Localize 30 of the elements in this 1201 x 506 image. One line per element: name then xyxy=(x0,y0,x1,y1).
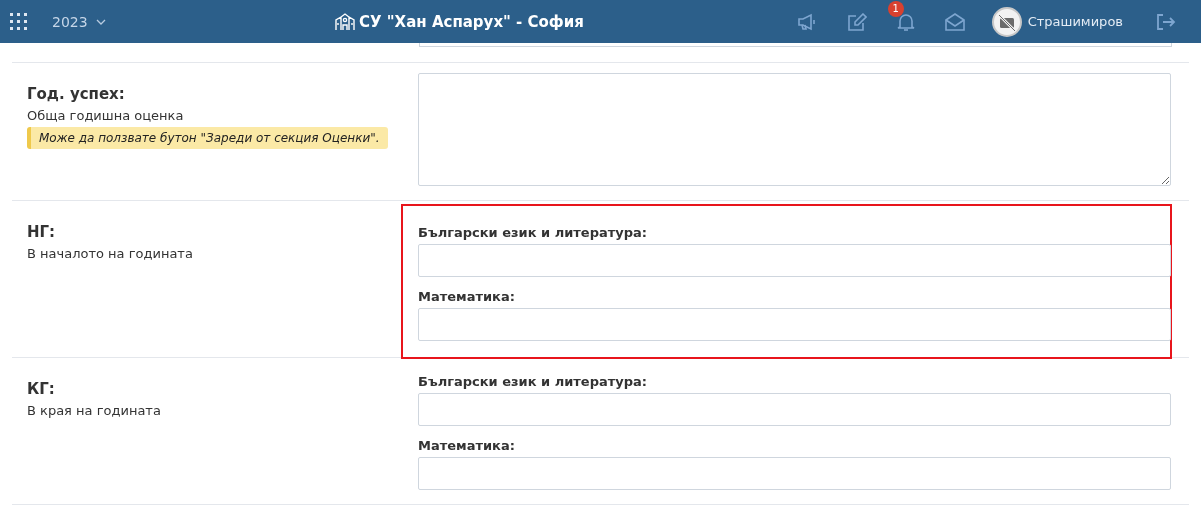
megaphone-icon[interactable] xyxy=(796,12,817,31)
school-name: СУ "Хан Аспарух" - София xyxy=(359,12,584,31)
field-label: Български език и литература: xyxy=(418,374,649,389)
input-field[interactable] xyxy=(418,244,1171,277)
section-subtitle: В началото на годината xyxy=(27,246,194,261)
field-label: Български език и литература: xyxy=(418,225,649,240)
input-field[interactable] xyxy=(418,457,1171,490)
apps-grid-icon[interactable] xyxy=(10,12,28,31)
avatar-icon[interactable] xyxy=(991,6,1022,37)
field-label: Математика: xyxy=(418,438,516,453)
user-name[interactable]: Страшимиров xyxy=(1027,14,1123,29)
year-dropdown[interactable]: 2023 xyxy=(52,13,106,30)
section-subtitle: В края на годината xyxy=(27,403,162,418)
section-subtitle: Обща годишна оценка xyxy=(27,108,185,123)
caret-icon xyxy=(95,18,106,25)
field-label: Математика: xyxy=(418,289,516,304)
section-title: КГ: xyxy=(27,380,56,398)
mail-icon[interactable] xyxy=(944,12,965,31)
edit-icon[interactable] xyxy=(846,12,867,31)
logout-icon[interactable] xyxy=(1156,12,1176,31)
school-building-icon xyxy=(335,12,355,31)
notification-badge: 1 xyxy=(887,0,904,17)
hint-note: Може да ползвате бутон "Зареди от секция Оценки". xyxy=(27,127,388,149)
input-field[interactable] xyxy=(419,43,1172,47)
section-title: НГ: xyxy=(27,223,57,241)
bell-icon[interactable] xyxy=(896,11,915,32)
input-field[interactable] xyxy=(418,308,1171,341)
input-field[interactable] xyxy=(418,393,1171,426)
text-area[interactable] xyxy=(418,73,1171,186)
section-title: Год. успех: xyxy=(27,85,126,103)
